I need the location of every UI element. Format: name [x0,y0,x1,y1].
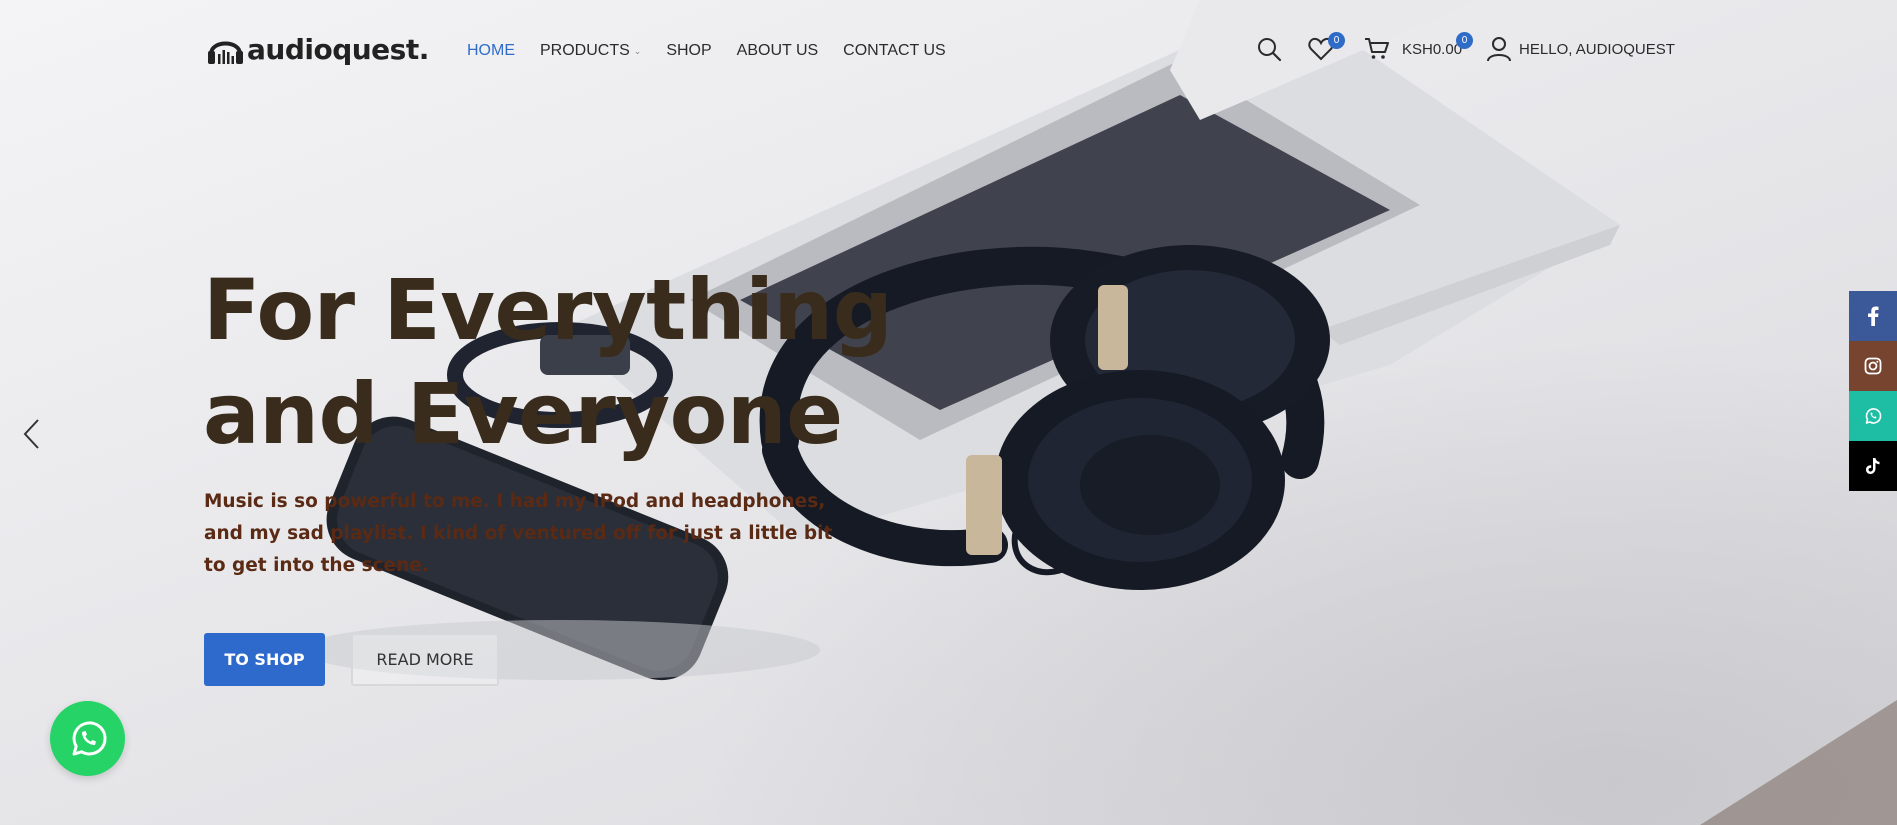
main-nav: HOME PRODUCTS ⌄ SHOP ABOUT US CONTACT US [467,42,946,60]
read-more-button[interactable]: READ MORE [351,633,499,686]
search-button[interactable] [1256,36,1282,62]
wishlist-count-badge: 0 [1328,32,1345,49]
header-tools: 0 0 KSH0.00 HELLO, AUDIOQUEST [1256,32,1675,62]
social-sidebar [1849,291,1897,491]
whatsapp-icon [1865,408,1882,424]
to-shop-button[interactable]: TO SHOP [204,633,325,686]
facebook-link[interactable] [1849,291,1897,341]
user-icon [1487,37,1512,62]
slider-prev-button[interactable] [18,417,48,451]
tiktok-icon [1866,458,1880,474]
search-icon [1258,38,1282,62]
nav-home-label: HOME [467,42,515,59]
nav-about-label: ABOUT US [736,42,819,59]
account-button[interactable]: HELLO, AUDIOQUEST [1487,36,1675,62]
account-label: HELLO, AUDIOQUEST [1519,40,1675,58]
site-logo[interactable]: audioquest. [207,32,429,66]
cart-button[interactable]: 0 KSH0.00 [1364,32,1474,61]
logo-text: audioquest. [247,32,429,66]
nav-products[interactable]: PRODUCTS ⌄ [540,42,641,60]
nav-contact-label: CONTACT US [843,42,946,59]
headphones-logo-icon [208,41,243,64]
whatsapp-chat-button[interactable] [50,701,125,776]
nav-about-us[interactable]: ABOUT US [737,42,819,60]
nav-shop[interactable]: SHOP [666,42,711,60]
whatsapp-link[interactable] [1849,391,1897,441]
site-header: audioquest. HOME PRODUCTS ⌄ SHOP ABOUT US… [0,0,1897,105]
chevron-left-icon [23,419,39,449]
instagram-icon [1864,357,1882,375]
nav-home[interactable]: HOME [467,42,515,60]
hero-headline-line2: and Everyone [203,365,843,463]
facebook-icon [1868,306,1879,326]
cart-total: KSH0.00 [1402,40,1463,58]
whatsapp-icon [72,720,107,755]
cart-count-badge: 0 [1456,32,1474,49]
tiktok-link[interactable] [1849,441,1897,491]
wishlist-button[interactable]: 0 [1308,32,1345,61]
hero-headline-line1: For Everything [203,261,893,359]
nav-shop-label: SHOP [666,42,712,59]
nav-contact-us[interactable]: CONTACT US [843,42,946,60]
instagram-link[interactable] [1849,341,1897,391]
hero-subtext: Music is so powerful to me. I had my IPo… [204,491,833,576]
hero-headline: For Everything and Everyone [203,258,903,466]
nav-products-label: PRODUCTS [540,42,630,59]
chevron-down-icon: ⌄ [633,45,642,56]
cart-icon [1365,38,1389,59]
